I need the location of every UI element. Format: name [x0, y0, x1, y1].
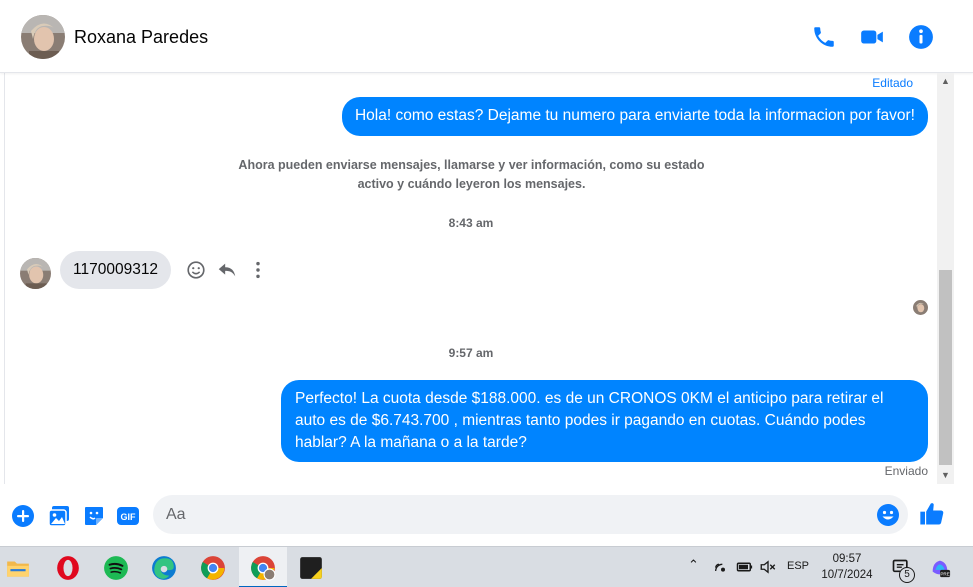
- edited-label: Editado: [872, 76, 913, 90]
- emoji-icon[interactable]: [876, 503, 900, 527]
- conversation-header: Roxana Paredes: [0, 0, 973, 73]
- message-input-box[interactable]: [153, 495, 908, 534]
- file-explorer-icon[interactable]: [5, 555, 31, 581]
- window-left-border: [4, 0, 5, 546]
- windows-taskbar: ⌃ ESP 09:57 10/7/2024 5 PRE: [0, 546, 973, 587]
- timestamp: 8:43 am: [448, 216, 494, 230]
- copilot-icon[interactable]: PRE: [929, 557, 951, 582]
- svg-text:GIF: GIF: [121, 512, 137, 522]
- more-options-icon[interactable]: [247, 259, 269, 281]
- edge-icon[interactable]: [151, 555, 177, 581]
- battery-icon[interactable]: [736, 559, 754, 578]
- chrome-profile-icon[interactable]: [250, 555, 276, 581]
- plus-icon[interactable]: [11, 504, 35, 528]
- system-clock[interactable]: 09:57 10/7/2024: [815, 551, 879, 583]
- outgoing-message[interactable]: Hola! como estas? Dejame tu numero para …: [341, 97, 928, 136]
- contact-avatar[interactable]: [21, 15, 65, 59]
- language-indicator[interactable]: ESP: [787, 560, 809, 572]
- message-input[interactable]: [166, 495, 866, 534]
- incoming-avatar[interactable]: [20, 258, 51, 289]
- svg-text:PRE: PRE: [940, 571, 949, 576]
- phone-icon[interactable]: [811, 24, 837, 50]
- system-notice: Ahora pueden enviarse mensajes, llamarse…: [238, 158, 705, 191]
- timestamp: 9:57 am: [448, 346, 494, 360]
- messenger-window: Roxana Paredes ▲ ▼ Editado Hola! como es…: [0, 0, 973, 587]
- image-gallery-icon[interactable]: [47, 504, 71, 528]
- react-emoji-icon[interactable]: [185, 259, 207, 281]
- gif-icon[interactable]: GIF: [116, 504, 140, 528]
- info-icon[interactable]: [908, 24, 934, 50]
- sticker-icon[interactable]: [82, 504, 106, 528]
- chrome-icon[interactable]: [200, 555, 226, 581]
- clock-date: 10/7/2024: [821, 569, 873, 581]
- wifi-icon[interactable]: [713, 559, 729, 578]
- scroll-up-icon[interactable]: ▲: [937, 73, 954, 90]
- thumbs-up-icon[interactable]: [918, 500, 946, 528]
- clock-time: 09:57: [832, 553, 862, 565]
- sticky-app-icon[interactable]: [298, 555, 324, 581]
- incoming-message[interactable]: 1170009312: [60, 251, 172, 289]
- contact-name[interactable]: Roxana Paredes: [74, 27, 208, 48]
- sent-status: Enviado: [884, 464, 928, 478]
- scrollbar-thumb[interactable]: [939, 270, 952, 465]
- reply-icon[interactable]: [216, 259, 238, 281]
- volume-muted-icon[interactable]: [759, 559, 777, 578]
- seen-indicator-avatar: [913, 300, 928, 315]
- conversation-scrollbar[interactable]: ▲ ▼: [937, 73, 954, 484]
- outgoing-message[interactable]: Perfecto! La cuota desde $188.000. es de…: [281, 380, 928, 462]
- notification-count-badge: 5: [899, 567, 915, 583]
- video-camera-icon[interactable]: [859, 24, 885, 50]
- chevron-up-icon[interactable]: ⌃: [688, 557, 699, 573]
- scroll-down-icon[interactable]: ▼: [937, 467, 954, 484]
- opera-icon[interactable]: [55, 555, 81, 581]
- spotify-icon[interactable]: [103, 555, 129, 581]
